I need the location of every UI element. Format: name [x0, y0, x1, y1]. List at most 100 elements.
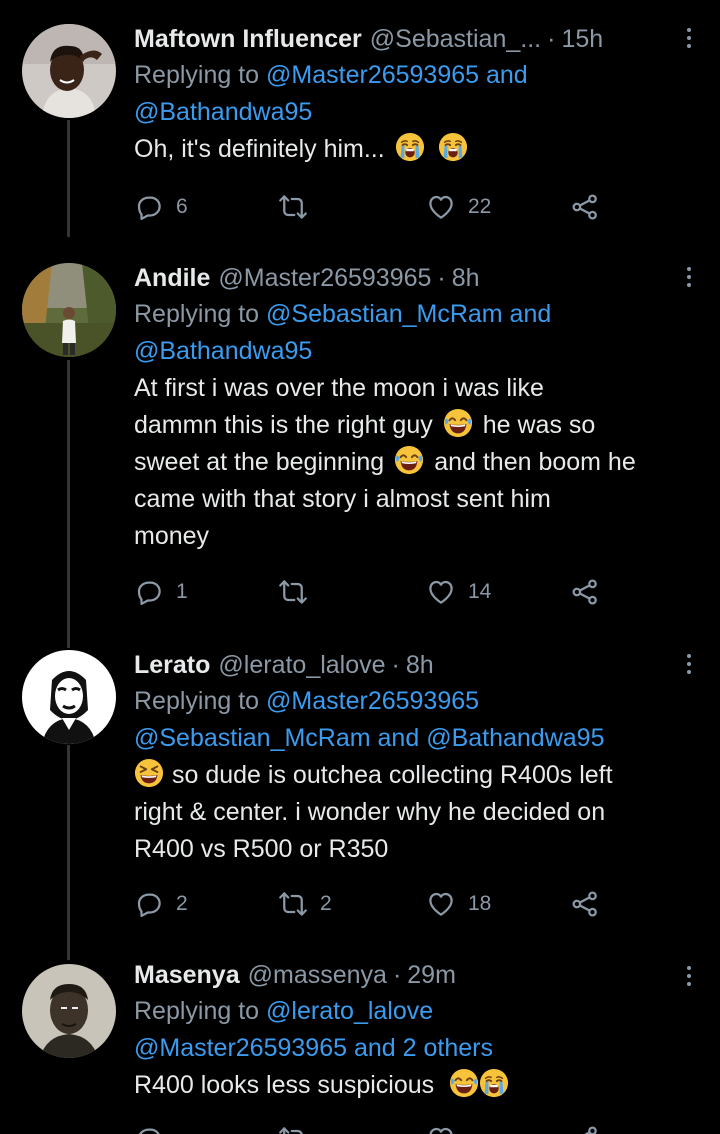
- tears-of-joy-emoji-icon: [394, 445, 424, 475]
- separator-dot: ·: [437, 264, 446, 292]
- reply-count: 2: [176, 892, 188, 915]
- replying-to: Replying to @Sebastian_McRam and: [134, 296, 700, 333]
- tweet[interactable]: Masenya @massenya · 29m Replying to @ler…: [0, 950, 720, 1134]
- tweet-header: Andile @Master26593965 · 8h: [134, 263, 700, 293]
- tweet-text: so dude is outchea collecting R400s left…: [134, 757, 700, 868]
- share-button[interactable]: [570, 889, 600, 919]
- reply-icon: [134, 1124, 164, 1134]
- share-icon: [570, 192, 600, 222]
- author-name[interactable]: Maftown Influencer: [134, 24, 362, 54]
- timestamp[interactable]: 29m: [407, 960, 456, 990]
- reply-button[interactable]: 1: [134, 577, 188, 607]
- like-count: 14: [468, 580, 492, 603]
- more-icon[interactable]: [686, 28, 692, 52]
- replying-to-label: Replying to: [134, 300, 260, 328]
- retweet-button[interactable]: [278, 1124, 308, 1134]
- like-count: 22: [468, 195, 492, 218]
- replying-to-label: Replying to: [134, 997, 260, 1025]
- replying-to: Replying to @Master26593965 and: [134, 57, 700, 94]
- author-handle[interactable]: @massenya: [248, 960, 387, 990]
- mention-link[interactable]: @Master26593965 and 2 others: [134, 1034, 493, 1062]
- author-name[interactable]: Andile: [134, 263, 210, 293]
- timestamp[interactable]: 15h: [561, 24, 603, 54]
- tweet[interactable]: Maftown Influencer @Sebastian_... · 15h …: [0, 0, 720, 245]
- more-icon[interactable]: [686, 966, 692, 990]
- more-icon[interactable]: [686, 267, 692, 291]
- heart-icon: [426, 1124, 456, 1134]
- like-button[interactable]: 18: [426, 889, 491, 919]
- retweet-icon: [278, 192, 308, 222]
- retweet-button[interactable]: [278, 192, 308, 222]
- avatar[interactable]: [22, 964, 116, 1058]
- replying-to-label: Replying to: [134, 61, 260, 89]
- like-button[interactable]: 22: [426, 192, 491, 222]
- reply-icon: [134, 889, 164, 919]
- author-handle[interactable]: @Sebastian_...: [370, 24, 541, 54]
- reply-icon: [134, 577, 164, 607]
- separator-dot: ·: [392, 961, 402, 989]
- mention-link[interactable]: @Bathandwa95: [134, 337, 312, 365]
- grinning-squinting-emoji-icon: [134, 758, 164, 788]
- replying-to: Replying to @Master26593965: [134, 683, 700, 720]
- like-button[interactable]: 14: [426, 577, 491, 607]
- timestamp[interactable]: 8h: [452, 263, 480, 293]
- tweet-text: R400 looks less suspicious: [134, 1067, 700, 1104]
- heart-icon: [426, 889, 456, 919]
- timestamp[interactable]: 8h: [406, 650, 434, 680]
- author-handle[interactable]: @Master26593965: [218, 263, 431, 293]
- retweet-icon: [278, 889, 308, 919]
- heart-icon: [426, 192, 456, 222]
- avatar[interactable]: [22, 24, 116, 118]
- tweet-header: Masenya @massenya · 29m: [134, 960, 700, 990]
- author-name[interactable]: Masenya: [134, 960, 240, 990]
- share-button[interactable]: [570, 1124, 600, 1134]
- mention-link[interactable]: @Master26593965 and: [266, 61, 528, 89]
- author-handle[interactable]: @lerato_lalove: [218, 650, 385, 680]
- tweet-header: Lerato @lerato_lalove · 8h: [134, 650, 700, 680]
- mention-link[interactable]: @Sebastian_McRam and @Bathandwa95: [134, 724, 604, 752]
- mention-link[interactable]: @Bathandwa95: [134, 98, 312, 126]
- replying-to: Replying to @lerato_lalove: [134, 993, 700, 1030]
- share-icon: [570, 1124, 600, 1134]
- reply-button[interactable]: 6: [134, 192, 188, 222]
- replying-to-label: Replying to: [134, 687, 260, 715]
- reply-icon: [134, 192, 164, 222]
- reply-count: 6: [176, 195, 188, 218]
- retweet-button[interactable]: 2: [278, 889, 332, 919]
- tweet[interactable]: Andile @Master26593965 · 8h Replying to …: [0, 245, 720, 635]
- tears-of-joy-emoji-icon: [443, 408, 473, 438]
- share-icon: [570, 889, 600, 919]
- mention-link[interactable]: @Sebastian_McRam and: [266, 300, 551, 328]
- mention-link[interactable]: @Master26593965: [266, 687, 479, 715]
- tweet-actions: 2 2 18: [134, 889, 614, 923]
- tweet-actions: 6 22: [134, 192, 614, 226]
- avatar[interactable]: [22, 650, 116, 744]
- separator-dot: ·: [391, 651, 400, 679]
- loudly-crying-emoji-icon: [479, 1068, 509, 1098]
- heart-icon: [426, 577, 456, 607]
- reply-button[interactable]: [134, 1124, 164, 1134]
- mention-link[interactable]: @lerato_lalove: [266, 997, 433, 1025]
- tweet-header: Maftown Influencer @Sebastian_... · 15h: [134, 24, 700, 54]
- tweet[interactable]: Lerato @lerato_lalove · 8h Replying to @…: [0, 635, 720, 950]
- retweet-icon: [278, 577, 308, 607]
- like-count: 18: [468, 892, 492, 915]
- retweet-button[interactable]: [278, 577, 308, 607]
- avatar[interactable]: [22, 263, 116, 357]
- reply-button[interactable]: 2: [134, 889, 188, 919]
- author-name[interactable]: Lerato: [134, 650, 210, 680]
- more-icon[interactable]: [686, 654, 692, 678]
- separator-dot: ·: [547, 25, 556, 53]
- loudly-crying-emoji-icon: [395, 132, 425, 162]
- tweet-text: Oh, it's definitely him...: [134, 131, 700, 168]
- tweet-actions: 1 14: [134, 577, 614, 611]
- share-icon: [570, 577, 600, 607]
- tears-of-joy-emoji-icon: [449, 1068, 479, 1098]
- share-button[interactable]: [570, 192, 600, 222]
- like-button[interactable]: [426, 1124, 456, 1134]
- tweet-actions: [134, 1124, 614, 1134]
- loudly-crying-emoji-icon: [438, 132, 468, 162]
- share-button[interactable]: [570, 577, 600, 607]
- retweet-count: 2: [320, 892, 332, 915]
- reply-count: 1: [176, 580, 188, 603]
